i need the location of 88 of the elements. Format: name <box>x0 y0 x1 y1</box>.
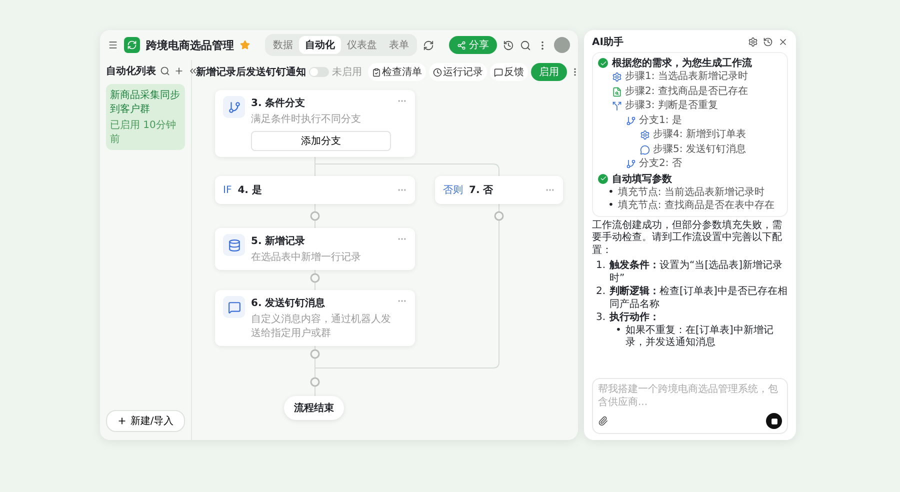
share-icon <box>457 40 466 50</box>
node-title: 4. 是 <box>238 184 262 197</box>
condition-node[interactable]: 否则 7. 否 <box>435 176 563 204</box>
step-text: 分支1: 是 <box>639 114 682 127</box>
step-text: 步骤1: 当选品表新增记录时 <box>625 71 748 84</box>
node-title: 6. 发送钉钉消息 <box>251 296 326 310</box>
gear-icon <box>640 130 650 140</box>
view-tab[interactable]: 数据 <box>267 36 299 54</box>
workflow-title: 新增记录后发送钉钉通知 <box>196 65 306 79</box>
node-description: 在选品表中新增一行记录 <box>251 250 362 264</box>
add-branch-button[interactable]: 添加分支 <box>251 131 391 151</box>
toggle-label: 未启用 <box>332 66 362 79</box>
list-number: 1. <box>596 260 606 273</box>
add-icon[interactable] <box>174 66 184 76</box>
params-title: 自动填写参数 <box>612 172 672 186</box>
step-text: 步骤5: 发送钉钉消息 <box>653 144 746 156</box>
new-import-button[interactable]: 新建/导入 <box>106 410 185 432</box>
plan-title: 根据您的需求，为您生成工作流 <box>612 56 752 70</box>
list-number: 2. <box>596 286 606 299</box>
branch-icon <box>626 116 636 126</box>
condition-tag: IF <box>223 184 232 196</box>
workflow-node[interactable]: 3. 条件分支 满足条件时执行不同分支 添加分支 <box>215 90 415 157</box>
toolbar-button[interactable]: 反馈 <box>490 63 528 81</box>
history-icon[interactable] <box>763 37 773 47</box>
clipboard-icon <box>372 68 381 76</box>
branch-icon <box>228 100 240 114</box>
message-icon <box>228 300 240 314</box>
toolbar-button[interactable]: 运行记录 <box>429 63 487 81</box>
workflow-node[interactable]: 6. 发送钉钉消息 自定义消息内容，通过机器人发送给指定用户或群 <box>215 290 415 346</box>
star-icon[interactable] <box>240 40 250 50</box>
view-tab[interactable]: 仪表盘 <box>341 36 383 54</box>
sync-icon[interactable] <box>423 40 434 50</box>
search-icon[interactable] <box>160 66 170 76</box>
node-title: 5. 新增记录 <box>251 234 306 248</box>
bullet-mark: • <box>608 186 614 199</box>
gear-icon <box>612 72 622 82</box>
stop-button[interactable] <box>766 413 782 429</box>
step-text: 步骤3: 判断是否重复 <box>625 100 718 112</box>
chat-input-box[interactable]: 帮我搭建一个跨境电商选品管理系统，包含供应商... <box>592 378 788 434</box>
config-subitem: 如果不重复：在[订单表]中新增记录，并发送通知消息 <box>625 324 774 350</box>
bullet-mark: • <box>616 324 622 338</box>
message-icon <box>494 68 503 76</box>
node-description: 满足条件时执行不同分支 <box>251 112 362 126</box>
param-item: 填充节点: 当前选品表新增记录时 <box>618 186 766 199</box>
sidebar-title: 自动化列表 <box>106 64 156 78</box>
menu-icon[interactable] <box>108 40 118 50</box>
item-title: 新商品采集同步到客户群 <box>110 88 181 116</box>
bullet-mark: • <box>608 200 614 212</box>
history-icon[interactable] <box>503 40 514 50</box>
clock-icon <box>433 68 442 76</box>
split-icon <box>612 101 622 112</box>
step-text: 步骤4: 新增到订单表 <box>653 129 746 142</box>
config-item: 执行动作： <box>610 312 661 324</box>
stop-icon <box>770 418 778 424</box>
config-item: 判断逻辑：检查[订单表]中是否已存在相同产品名称 <box>610 286 788 311</box>
attach-icon[interactable] <box>598 416 608 426</box>
step-text: 分支2: 否 <box>639 158 682 170</box>
app-title: 跨境电商选品管理 <box>146 38 234 52</box>
assistant-message: 工作流创建成功，但部分参数填充失败，需要手动检查。请到工作流设置中完善以下配置： <box>592 220 783 257</box>
collapse-icon[interactable] <box>188 66 198 76</box>
list-number: 3. <box>596 312 606 325</box>
database-icon <box>228 238 240 252</box>
condition-tag: 否则 <box>443 183 463 197</box>
view-tab[interactable]: 表单 <box>383 36 415 54</box>
avatar <box>554 37 570 53</box>
settings-icon[interactable] <box>748 37 758 47</box>
message-icon <box>640 144 650 155</box>
param-item: 填充节点: 查找商品是否在表中存在 <box>618 200 776 212</box>
toolbar-button[interactable]: 检查清单 <box>368 63 426 81</box>
search-icon <box>612 86 622 97</box>
enable-toggle[interactable] <box>309 67 329 77</box>
branch-icon <box>626 159 636 170</box>
workflow-node[interactable]: 5. 新增记录 在选品表中新增一行记录 <box>215 228 415 270</box>
step-text: 步骤2: 查找商品是否已存在 <box>625 86 748 98</box>
plus-icon <box>117 416 128 426</box>
search-icon[interactable] <box>520 40 531 50</box>
automation-item[interactable]: 新商品采集同步到客户群 已启用 10分钟前 <box>106 84 185 150</box>
condition-node[interactable]: IF 4. 是 <box>215 176 415 204</box>
end-node: 流程结束 <box>284 396 344 420</box>
node-description: 自定义消息内容，通过机器人发送给指定用户或群 <box>251 312 391 340</box>
config-item: 触发条件：设置为“当[选品表]新增记录时” <box>610 260 784 285</box>
close-icon[interactable] <box>778 37 788 47</box>
view-tab[interactable]: 自动化 <box>299 36 341 54</box>
item-meta: 已启用 10分钟前 <box>110 118 177 146</box>
node-title: 7. 否 <box>469 184 494 197</box>
assistant-title: AI助手 <box>592 36 624 49</box>
node-title: 3. 条件分支 <box>251 96 306 110</box>
logo-icon <box>124 37 140 53</box>
